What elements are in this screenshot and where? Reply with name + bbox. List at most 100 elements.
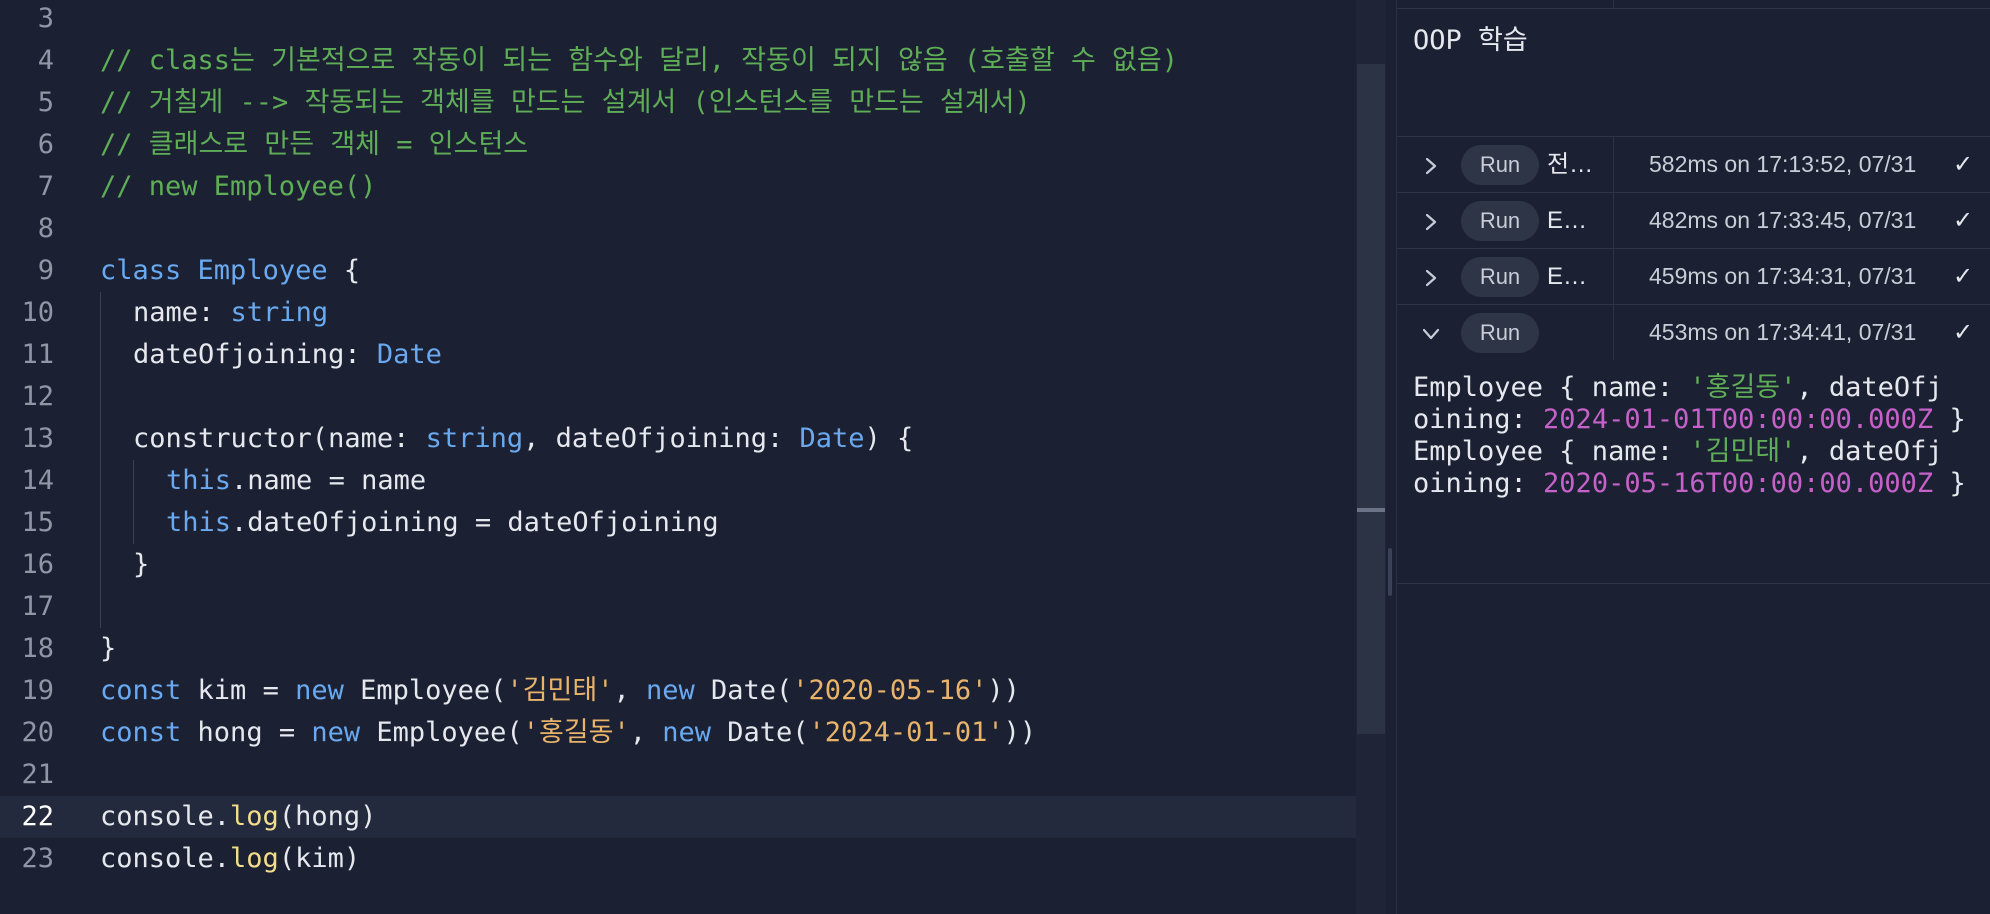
code-text: // 거칠게 --> 작동되는 객체를 만드는 설계서 (인스턴스를 만드는 설… (100, 82, 1031, 124)
code-line[interactable]: 4 // class는 기본적으로 작동이 되는 함수와 달리, 작동이 되지 않… (0, 40, 1356, 82)
code-token: dateOfjoining: (133, 339, 377, 370)
run-button[interactable]: Run (1461, 145, 1539, 185)
line-number: 11 (21, 339, 54, 370)
code-token: hong = (197, 717, 312, 748)
code-line[interactable]: 20 const hong = new Employee('홍길동', new D… (0, 712, 1356, 754)
code-line[interactable]: 14 this.name = name (0, 460, 1356, 502)
line-number: 12 (21, 381, 54, 412)
editor-scrollbar-thumb[interactable] (1357, 64, 1385, 734)
code-token: , (613, 675, 646, 706)
run-button[interactable]: Run (1461, 257, 1539, 297)
code-line[interactable]: 15 this.dateOfjoining = dateOfjoining (0, 502, 1356, 544)
line-number: 19 (21, 675, 54, 706)
run-column-divider (1613, 193, 1614, 248)
code-line[interactable]: 13 constructor(name: string, dateOfjoinin… (0, 418, 1356, 460)
splitter-handle[interactable] (1388, 548, 1392, 596)
line-number: 18 (21, 633, 54, 664)
code-token: (hong) (278, 801, 377, 832)
indent-guide (100, 418, 101, 460)
code-token: // 거칠게 --> 작동되는 객체를 만드는 설계서 (인스턴스를 만드는 설… (100, 87, 1031, 118)
code-line[interactable]: 7 // new Employee() (0, 166, 1356, 208)
code-token: '2020-05-16' (792, 675, 988, 706)
code-editor[interactable]: 3 4 // class는 기본적으로 작동이 되는 함수와 달리, 작동이 되지 … (0, 0, 1356, 914)
output-date: 2024-01-01T00:00:00.000Z (1543, 404, 1934, 435)
panel-title: OOP 학습 (1413, 25, 1528, 56)
code-token: log (230, 801, 279, 832)
indent-guide (100, 460, 101, 502)
indent-guide (100, 502, 101, 544)
code-line[interactable]: 8 (0, 208, 1356, 250)
pane-splitter[interactable] (1386, 0, 1396, 914)
code-token: Date (799, 423, 865, 454)
chevron-right-icon[interactable] (1421, 137, 1441, 192)
code-token: '홍길동' (522, 717, 630, 748)
output-line: oining: 2020-05-16T00:00:00.000Z } (1413, 468, 1983, 500)
run-timing: 453ms on 17:34:41, 07/31 (1649, 319, 1917, 345)
run-row[interactable]: Run E… 459ms on 17:34:31, 07/31 ✓ (1397, 248, 1990, 304)
code-text: const hong = new Employee('홍길동', new Dat… (100, 712, 1036, 754)
line-number: 13 (21, 423, 54, 454)
line-number: 6 (37, 129, 54, 160)
code-line[interactable]: 23 console.log(kim) (0, 838, 1356, 880)
code-text: this.dateOfjoining = dateOfjoining (166, 502, 719, 544)
code-text: // new Employee() (100, 166, 376, 208)
code-token: , dateOfjoining: (523, 423, 800, 454)
run-row[interactable]: Run E… 482ms on 17:33:45, 07/31 ✓ (1397, 192, 1990, 248)
code-line[interactable]: 3 (0, 0, 1356, 40)
code-text: } (133, 544, 149, 586)
chevron-right-icon[interactable] (1421, 193, 1441, 248)
run-column-divider (1613, 305, 1614, 360)
line-number: 17 (21, 591, 54, 622)
code-token: const (100, 717, 198, 748)
chevron-down-icon[interactable] (1421, 305, 1441, 360)
indent-guide (100, 376, 101, 418)
indent-guide (100, 292, 101, 334)
code-token: Employee( (376, 717, 523, 748)
code-token: } (100, 633, 117, 664)
code-line[interactable]: 19 const kim = new Employee('김민태', new Da… (0, 670, 1356, 712)
run-timing: 582ms on 17:13:52, 07/31 (1649, 151, 1917, 177)
code-line[interactable]: 9 class Employee { (0, 250, 1356, 292)
code-token: log (230, 843, 279, 874)
code-token: Date (376, 339, 442, 370)
line-number: 10 (21, 297, 54, 328)
code-line[interactable]: 22 console.log(hong) (0, 796, 1356, 838)
code-token: Employee (197, 255, 328, 286)
code-token: console. (100, 843, 231, 874)
run-button[interactable]: Run (1461, 201, 1539, 241)
app-window: 3 4 // class는 기본적으로 작동이 되는 함수와 달리, 작동이 되지 … (0, 0, 1990, 914)
code-line[interactable]: 6 // 클래스로 만든 객체 = 인스턴스 (0, 124, 1356, 166)
chevron-right-icon[interactable] (1421, 249, 1441, 304)
line-number: 4 (37, 45, 54, 76)
code-text: // class는 기본적으로 작동이 되는 함수와 달리, 작동이 되지 않음… (100, 40, 1178, 82)
code-token: )) (987, 675, 1020, 706)
run-panel: OOP 학습 Run 전… 582ms on 17:13:52, 07/31 ✓ Run… (1396, 0, 1990, 914)
run-timing: 459ms on 17:34:31, 07/31 (1649, 263, 1917, 289)
code-text: const kim = new Employee('김민태', new Date… (100, 670, 1020, 712)
code-line[interactable]: 17 (0, 586, 1356, 628)
code-line[interactable]: 11 dateOfjoining: Date (0, 334, 1356, 376)
output-divider (1397, 583, 1990, 584)
indent-guide (133, 502, 134, 544)
line-number: 9 (37, 255, 54, 286)
code-token: name: (133, 297, 231, 328)
code-token: new (295, 675, 361, 706)
code-line[interactable]: 18} (0, 628, 1356, 670)
output-string: '홍길동' (1689, 372, 1797, 403)
run-row[interactable]: Run 전… 582ms on 17:13:52, 07/31 ✓ (1397, 136, 1990, 192)
code-token: string (230, 297, 329, 328)
code-token: .name = name (231, 465, 427, 496)
code-text: // 클래스로 만든 객체 = 인스턴스 (100, 124, 528, 166)
run-name: 전… (1547, 151, 1594, 178)
code-line[interactable]: 12 (0, 376, 1356, 418)
code-text: dateOfjoining: Date (133, 334, 442, 376)
line-number: 7 (37, 171, 54, 202)
output-text: oining: (1413, 404, 1544, 435)
code-token: console. (100, 801, 231, 832)
code-line[interactable]: 16} (0, 544, 1356, 586)
run-button[interactable]: Run (1461, 313, 1539, 353)
code-line[interactable]: 21 (0, 754, 1356, 796)
code-line[interactable]: 10 name: string (0, 292, 1356, 334)
code-line[interactable]: 5 // 거칠게 --> 작동되는 객체를 만드는 설계서 (인스턴스를 만드는 … (0, 82, 1356, 124)
run-row[interactable]: Run 453ms on 17:34:41, 07/31 ✓ (1397, 304, 1990, 360)
